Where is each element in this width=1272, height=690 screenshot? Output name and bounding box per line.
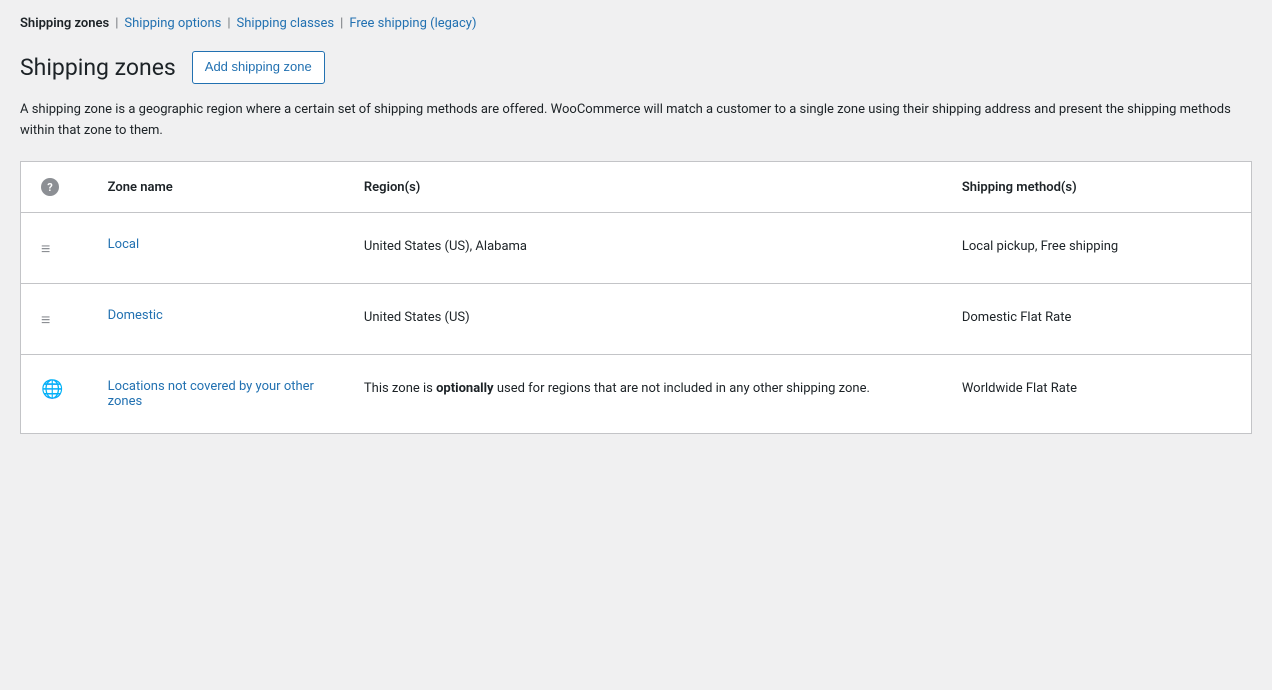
drag-handle-icon[interactable]: ≡: [41, 308, 68, 330]
drag-handle-icon[interactable]: ≡: [41, 237, 68, 259]
col-header-method: Shipping method(s): [942, 162, 1252, 213]
nav-link-shipping-classes[interactable]: Shipping classes: [237, 16, 335, 31]
nav-current: Shipping zones: [20, 16, 109, 31]
table-body: ≡ Local United States (US), Alabama Loca…: [21, 213, 1252, 434]
method-text-local: Local pickup, Free shipping: [962, 239, 1118, 254]
row-globe-cell: 🌐: [21, 355, 88, 434]
row-region-cell: United States (US), Alabama: [344, 213, 942, 284]
page-header: Shipping zones Add shipping zone: [20, 51, 1252, 84]
nav-sep2: |: [227, 16, 230, 31]
row-zone-cell: Locations not covered by your other zone…: [88, 355, 344, 434]
table-header: ? Zone name Region(s) Shipping method(s): [21, 162, 1252, 213]
zone-link-local[interactable]: Local: [108, 237, 139, 252]
method-text-worldwide: Worldwide Flat Rate: [962, 381, 1077, 396]
region-text-local: United States (US), Alabama: [364, 239, 527, 254]
nav-link-shipping-options[interactable]: Shipping options: [124, 16, 221, 31]
shipping-zones-table: ? Zone name Region(s) Shipping method(s)…: [20, 161, 1252, 434]
globe-icon: 🌐: [41, 379, 63, 400]
add-shipping-zone-button[interactable]: Add shipping zone: [192, 51, 325, 84]
table-row: ≡ Domestic United States (US) Domestic F…: [21, 284, 1252, 355]
row-drag-cell: ≡: [21, 284, 88, 355]
row-zone-cell: Domestic: [88, 284, 344, 355]
row-zone-cell: Local: [88, 213, 344, 284]
method-text-domestic: Domestic Flat Rate: [962, 310, 1072, 325]
page-title: Shipping zones: [20, 54, 176, 81]
nav-sep3: |: [340, 16, 343, 31]
row-method-cell: Local pickup, Free shipping: [942, 213, 1252, 284]
region-text-domestic: United States (US): [364, 310, 470, 325]
table-row: ≡ Local United States (US), Alabama Loca…: [21, 213, 1252, 284]
zone-link-domestic[interactable]: Domestic: [108, 308, 163, 323]
nav-link-free-shipping[interactable]: Free shipping (legacy): [349, 16, 476, 31]
help-icon[interactable]: ?: [41, 178, 59, 196]
col-header-region: Region(s): [344, 162, 942, 213]
col-header-zone: Zone name: [88, 162, 344, 213]
breadcrumb-nav: Shipping zones | Shipping options | Ship…: [20, 16, 1252, 31]
region-prefix: This zone is: [364, 381, 436, 396]
zone-link-worldwide[interactable]: Locations not covered by your other zone…: [108, 379, 314, 409]
row-drag-cell: ≡: [21, 213, 88, 284]
region-text-worldwide: This zone is optionally used for regions…: [364, 381, 870, 396]
row-method-cell: Domestic Flat Rate: [942, 284, 1252, 355]
region-bold: optionally: [436, 381, 494, 396]
region-suffix: used for regions that are not included i…: [494, 381, 870, 396]
table-row: 🌐 Locations not covered by your other zo…: [21, 355, 1252, 434]
row-region-cell: United States (US): [344, 284, 942, 355]
page-description: A shipping zone is a geographic region w…: [20, 100, 1252, 142]
nav-sep1: |: [115, 16, 118, 31]
row-region-cell: This zone is optionally used for regions…: [344, 355, 942, 434]
col-header-icon: ?: [21, 162, 88, 213]
row-method-cell: Worldwide Flat Rate: [942, 355, 1252, 434]
